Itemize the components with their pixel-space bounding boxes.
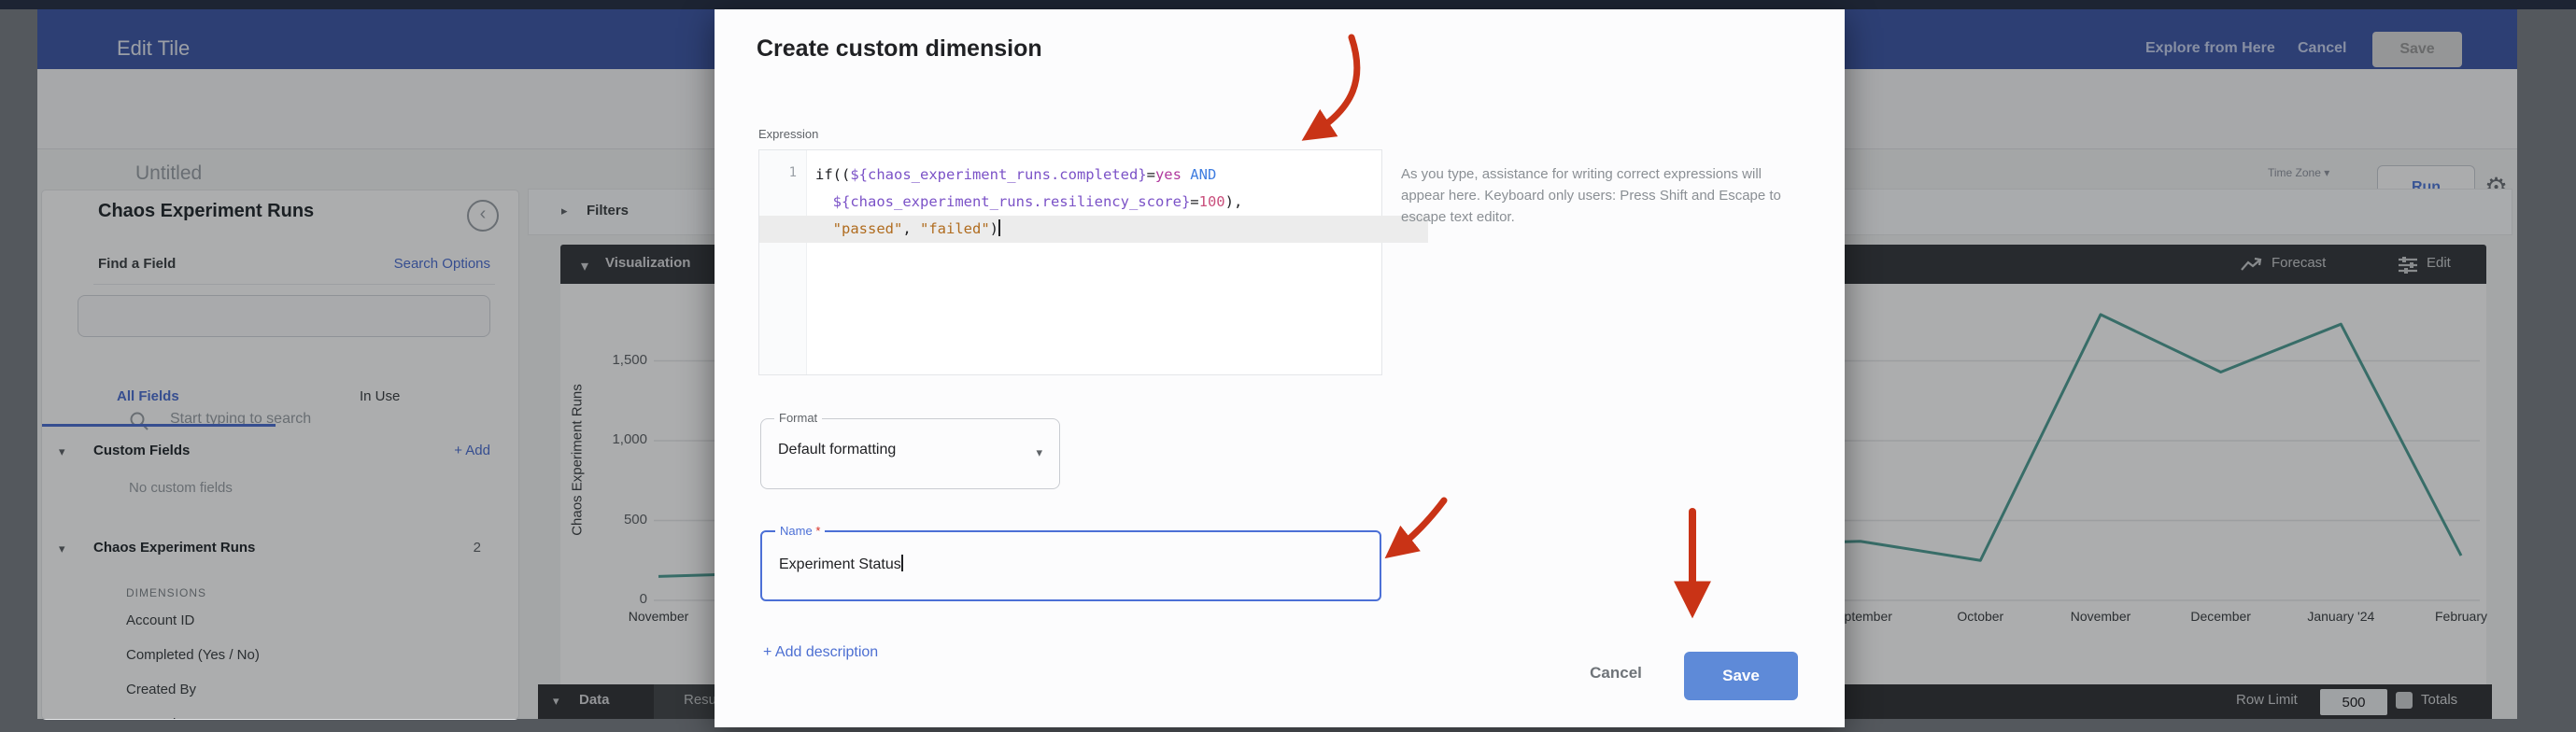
caret-down-icon: ▾	[1036, 445, 1042, 460]
format-value: Default formatting	[778, 442, 896, 458]
code-token: ,	[902, 220, 920, 237]
expression-editor[interactable]: 1 if((${chaos_experiment_runs.completed}…	[758, 149, 1382, 375]
code-line: "passed", "failed")	[759, 216, 1428, 243]
expression-code: if((${chaos_experiment_runs.completed}=y…	[815, 162, 1376, 243]
code-token: =	[1147, 166, 1155, 183]
format-select[interactable]: Format Default formatting ▾	[760, 418, 1060, 489]
format-label: Format	[774, 411, 822, 425]
code-token: ${chaos_experiment_runs.resiliency_score…	[833, 193, 1191, 210]
modal-cancel-button[interactable]: Cancel	[1578, 663, 1653, 683]
code-token: if((	[815, 166, 850, 183]
code-token: yes	[1155, 166, 1182, 183]
code-token: ),	[1225, 193, 1243, 210]
required-asterisk: *	[815, 524, 820, 538]
create-custom-dimension-modal: Create custom dimension Expression 1 if(…	[715, 9, 1845, 727]
expression-label: Expression	[758, 127, 818, 141]
expression-help-text: As you type, assistance for writing corr…	[1401, 163, 1803, 228]
name-value: Experiment Status	[779, 555, 903, 573]
add-description-link[interactable]: + Add description	[763, 644, 878, 661]
modal-save-button[interactable]: Save	[1684, 652, 1798, 700]
code-token: "passed"	[833, 220, 903, 237]
code-token: ${chaos_experiment_runs.completed}	[850, 166, 1146, 183]
browser-chrome-strip	[0, 0, 2576, 9]
code-token: "failed"	[920, 220, 990, 237]
code-token: 100	[1199, 193, 1225, 210]
code-line: if((${chaos_experiment_runs.completed}=y…	[815, 162, 1376, 189]
code-token: )	[990, 220, 998, 237]
code-token	[815, 193, 833, 210]
code-token: =	[1190, 193, 1198, 210]
code-token: AND	[1190, 166, 1216, 183]
code-line: ${chaos_experiment_runs.resiliency_score…	[815, 189, 1376, 216]
text-cursor	[998, 219, 1000, 236]
name-label: Name *	[775, 524, 825, 538]
text-cursor	[901, 555, 903, 571]
modal-title: Create custom dimension	[757, 35, 1042, 63]
editor-gutter: 1	[759, 150, 807, 374]
code-token	[1182, 166, 1190, 183]
name-field[interactable]: Name * Experiment Status	[760, 530, 1381, 601]
code-token	[815, 220, 833, 237]
line-number: 1	[759, 165, 797, 180]
screenshot-frame: Edit Tile Explore from Here Cancel Save …	[0, 0, 2576, 732]
